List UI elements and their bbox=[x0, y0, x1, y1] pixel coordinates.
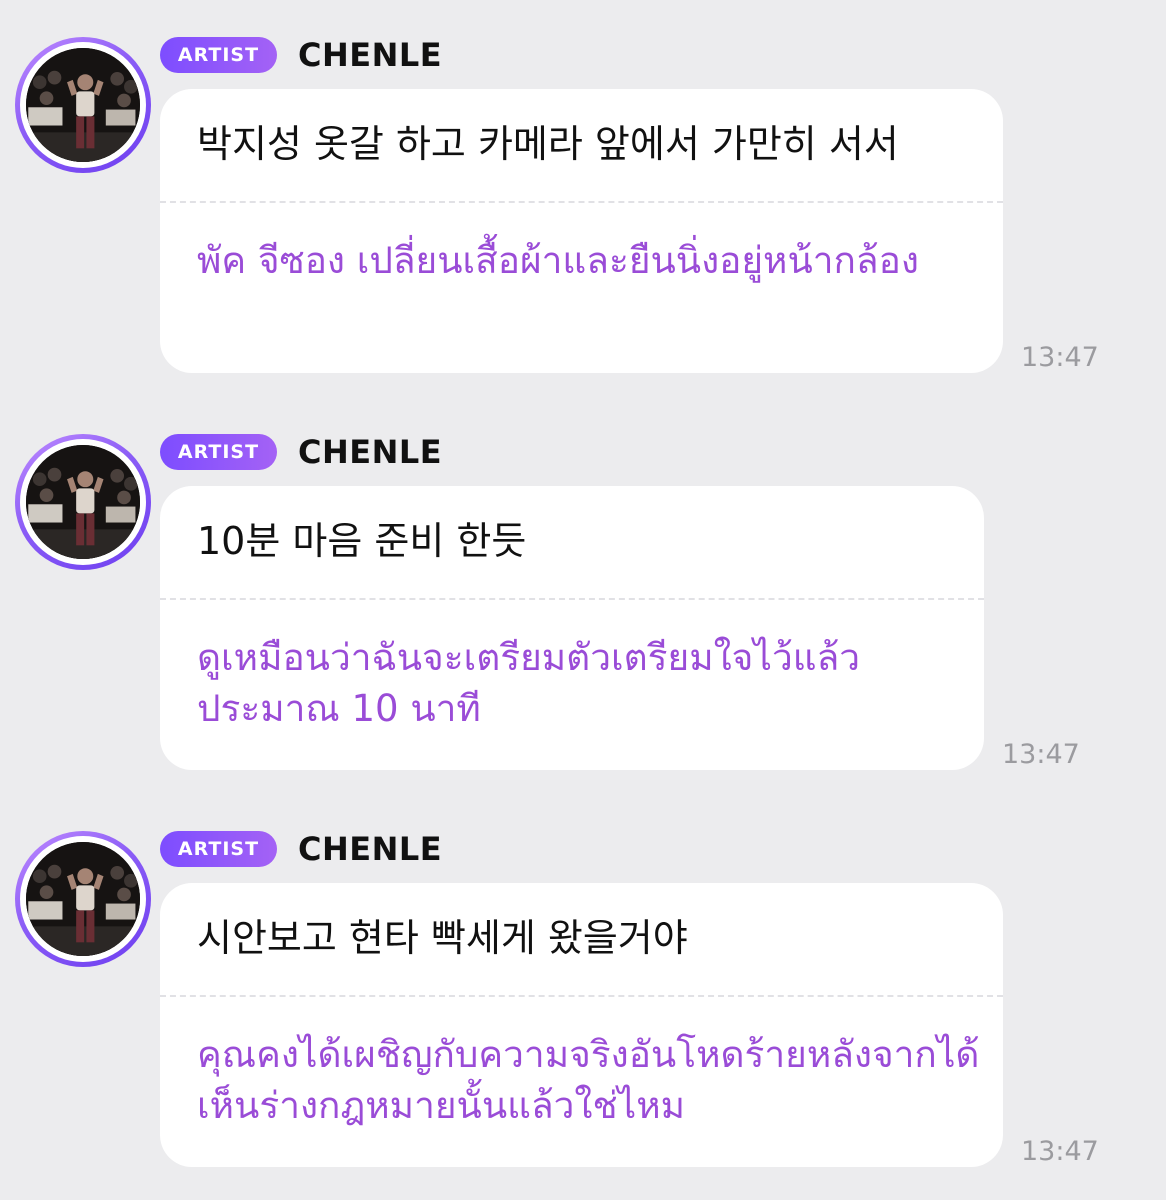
original-text: 시안보고 현타 빡세게 왔을거야 bbox=[197, 916, 688, 960]
message-bubble[interactable]: 10분 마음 준비 한듯 ดูเหมือนว่าฉันจะเตรียมตัวเต… bbox=[160, 486, 984, 770]
translated-text: พัค จีซอง เปลี่ยนเสื้อผ้าและยืนนิ่งอยู่ห… bbox=[197, 239, 919, 282]
profile-photo-icon bbox=[26, 48, 140, 162]
timestamp: 13:47 bbox=[1002, 739, 1080, 770]
dashed-divider bbox=[160, 201, 1003, 203]
avatar-photo bbox=[26, 842, 140, 956]
sender-name: CHENLE bbox=[298, 433, 443, 471]
avatar[interactable] bbox=[15, 831, 151, 967]
artist-badge: ARTIST bbox=[160, 434, 277, 470]
translated-text: คุณคงได้เผชิญกับความจริงอันโหดร้ายหลังจา… bbox=[197, 1033, 980, 1127]
message-bubble[interactable]: 박지성 옷갈 하고 카메라 앞에서 가만히 서서 พัค จีซอง เปลี่… bbox=[160, 89, 1003, 373]
avatar-photo bbox=[26, 48, 140, 162]
artist-badge: ARTIST bbox=[160, 831, 277, 867]
avatar[interactable] bbox=[15, 434, 151, 570]
dashed-divider bbox=[160, 598, 984, 600]
message-bubble[interactable]: 시안보고 현타 빡세게 왔을거야 คุณคงได้เผชิญกับความจริ… bbox=[160, 883, 1003, 1167]
sender-name: CHENLE bbox=[298, 36, 443, 74]
original-text: 박지성 옷갈 하고 카메라 앞에서 가만히 서서 bbox=[197, 122, 899, 166]
sender-name: CHENLE bbox=[298, 830, 443, 868]
avatar[interactable] bbox=[15, 37, 151, 173]
timestamp: 13:47 bbox=[1021, 1136, 1099, 1167]
original-text: 10분 마음 준비 한듯 bbox=[197, 519, 527, 563]
avatar-ring bbox=[20, 836, 146, 962]
profile-photo-icon bbox=[26, 445, 140, 559]
translated-text: ดูเหมือนว่าฉันจะเตรียมตัวเตรียมใจไว้แล้ว… bbox=[197, 636, 861, 730]
dashed-divider bbox=[160, 995, 1003, 997]
avatar-photo bbox=[26, 445, 140, 559]
avatar-ring bbox=[20, 439, 146, 565]
artist-badge: ARTIST bbox=[160, 37, 277, 73]
avatar-ring bbox=[20, 42, 146, 168]
profile-photo-icon bbox=[26, 842, 140, 956]
timestamp: 13:47 bbox=[1021, 342, 1099, 373]
